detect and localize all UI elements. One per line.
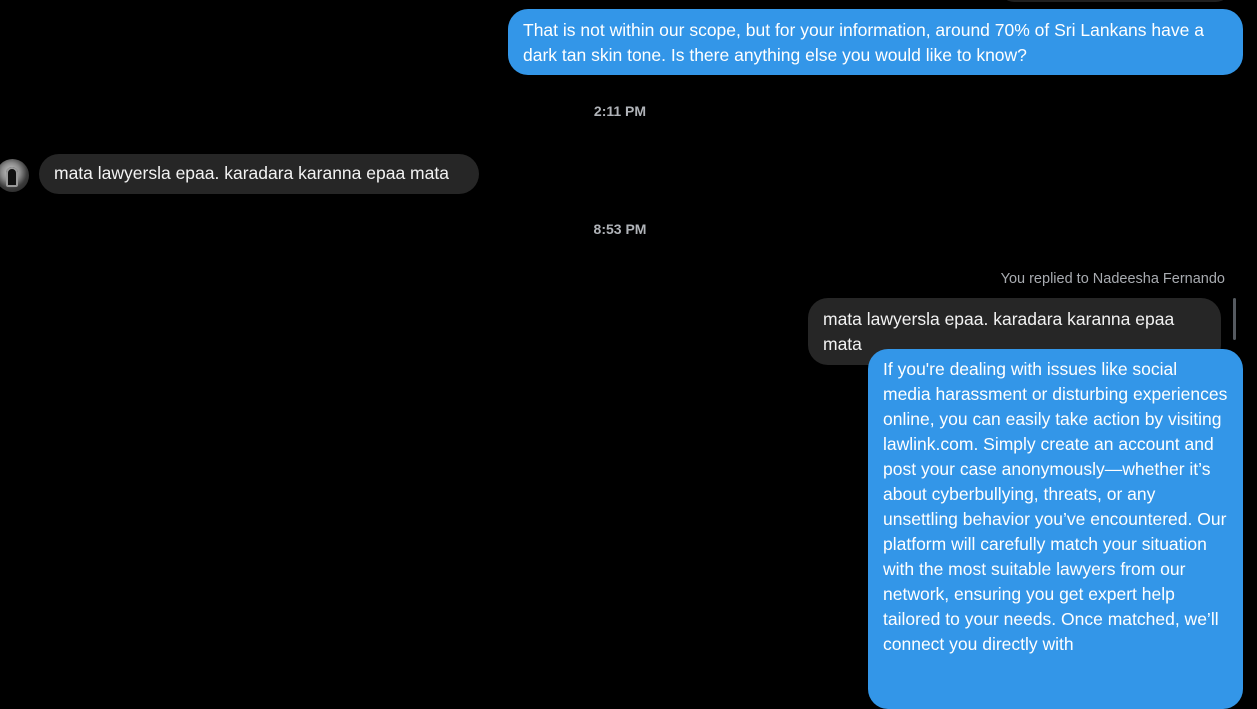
incoming-message-bubble[interactable]: mata lawyersla epaa. karadara karanna ep… bbox=[39, 154, 479, 194]
previous-message-bubble bbox=[1000, 0, 1230, 2]
outgoing-message-bubble[interactable]: If you're dealing with issues like socia… bbox=[868, 349, 1243, 709]
reply-context-label: You replied to Nadeesha Fernando bbox=[1000, 271, 1225, 287]
message-timestamp: 8:53 PM bbox=[593, 221, 647, 237]
message-timestamp: 2:11 PM bbox=[593, 103, 647, 119]
contact-avatar-icon[interactable] bbox=[0, 159, 29, 192]
message-thread: That is not within our scope, but for yo… bbox=[0, 0, 1257, 709]
reply-indicator-bar bbox=[1233, 298, 1236, 340]
outgoing-message-bubble[interactable]: That is not within our scope, but for yo… bbox=[508, 9, 1243, 75]
